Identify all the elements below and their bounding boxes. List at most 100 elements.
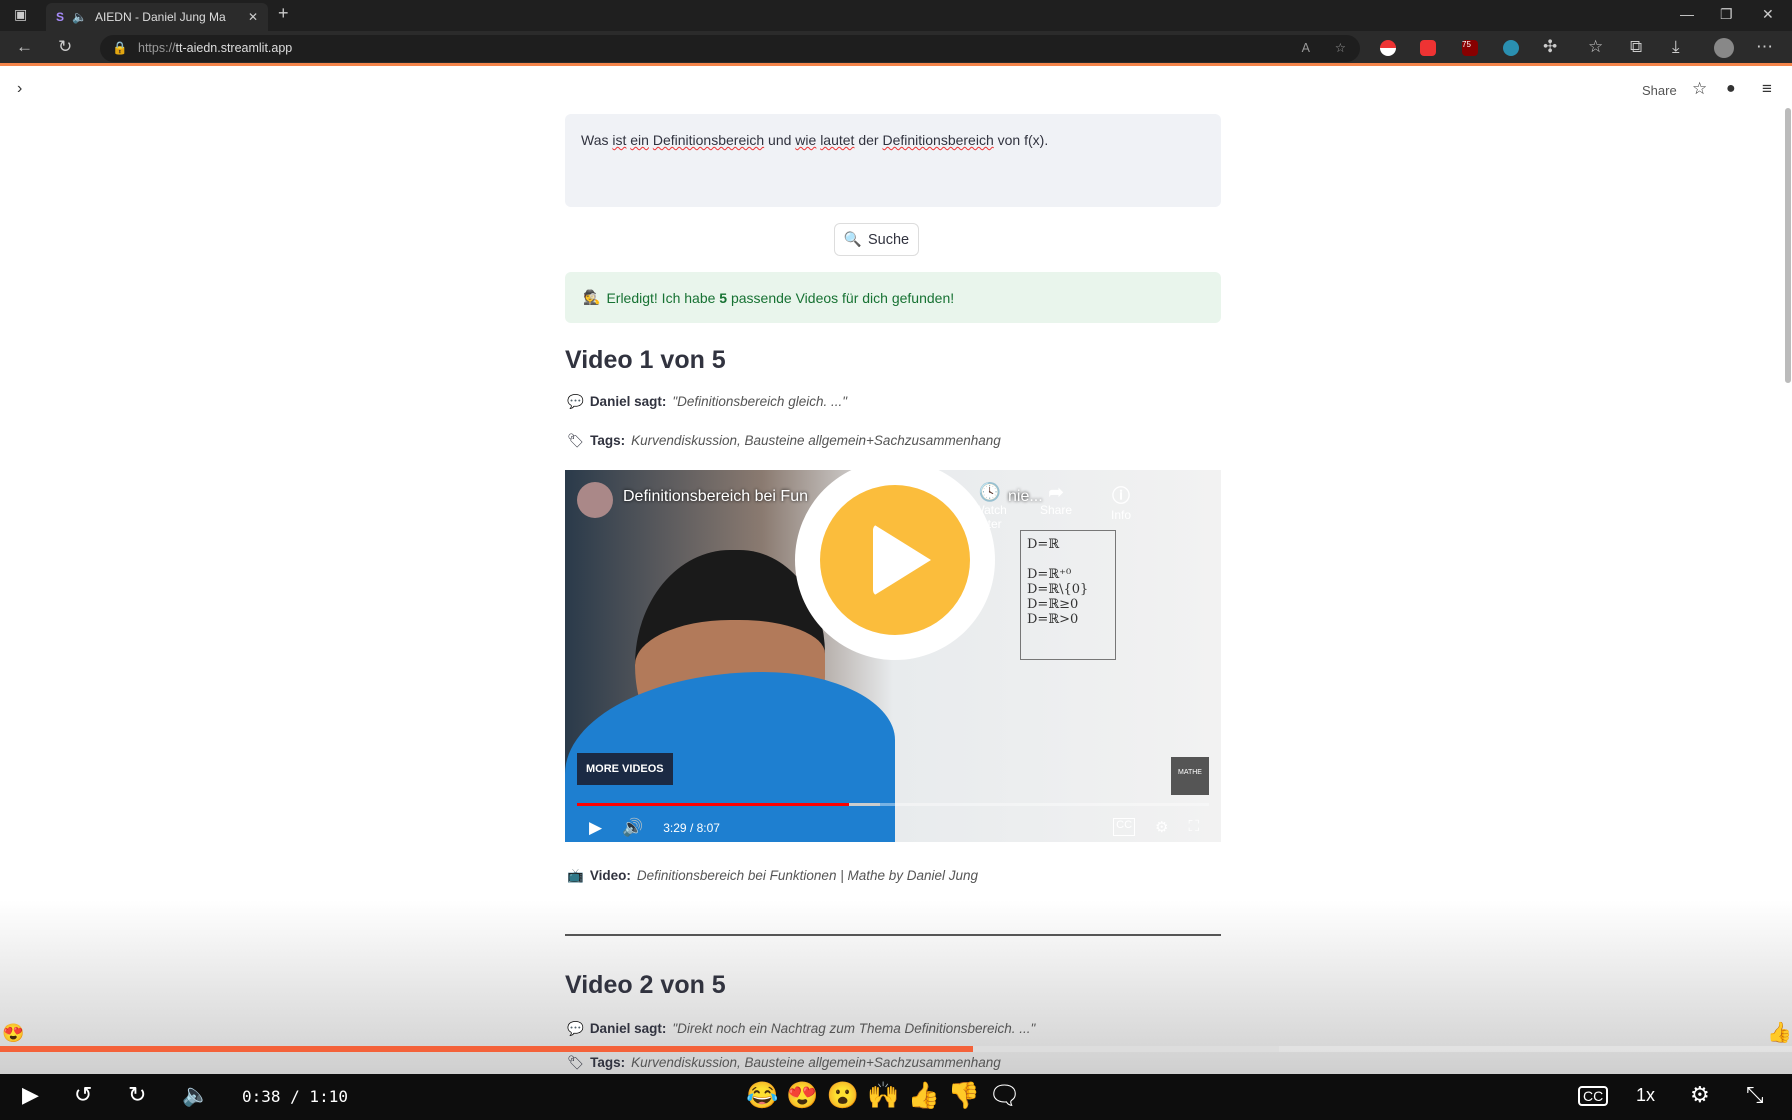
captions-icon[interactable]: CC (1113, 818, 1136, 836)
share-label: Share (1039, 503, 1073, 517)
url-scheme: https:// (138, 41, 176, 55)
search-button[interactable]: 🔍 Suche (834, 223, 919, 256)
query-text: ist (612, 132, 627, 148)
says-text: "Definitionsbereich gleich. ..." (672, 394, 848, 409)
big-play-button[interactable] (795, 460, 995, 660)
github-icon[interactable]: ● (1726, 80, 1736, 98)
new-tab-icon[interactable]: + (278, 3, 289, 24)
extension-red-icon[interactable] (1420, 40, 1436, 56)
query-text: der (854, 132, 883, 148)
back-icon[interactable]: ← (16, 37, 33, 57)
query-text: Definitionsbereich (652, 132, 765, 148)
daniel-says: 💬 Daniel sagt: "Definitionsbereich gleich.… (567, 394, 847, 410)
downloads-icon[interactable]: ⤓ (1672, 37, 1680, 57)
raised-hands-reaction-icon[interactable]: 🙌 (867, 1080, 899, 1111)
wow-reaction-icon[interactable]: 😮 (827, 1080, 859, 1111)
query-textarea[interactable]: Was ist ein Definitionsbereich und wie l… (565, 114, 1221, 207)
favorites-icon[interactable]: ☆ (1588, 37, 1603, 57)
streamlit-favicon-icon: S (56, 10, 65, 24)
tags-text: Kurvendiskussion, Bausteine allgemein+Sa… (631, 433, 1001, 448)
settings-icon[interactable]: ⚙ (1155, 818, 1168, 836)
video-label: Video: (589, 868, 631, 883)
info-button[interactable]: ⓘ Info (1091, 482, 1151, 522)
sidebar-expand-icon[interactable]: › (17, 80, 22, 98)
menu-icon[interactable]: ≡ (1762, 79, 1772, 99)
query-text: und (764, 132, 796, 148)
success-text: Erledigt! Ich habe 5 passende Videos für… (606, 290, 954, 306)
extension-badge: 75 (1462, 40, 1471, 49)
share-video-button[interactable]: ➦ Share (1026, 482, 1086, 517)
video-buffered (848, 803, 881, 806)
laugh-reaction-icon[interactable]: 😂 (746, 1080, 778, 1111)
tv-icon: 📺 (567, 868, 584, 883)
query-text: von f(x). (993, 132, 1049, 148)
lock-icon: 🔒 (112, 41, 128, 55)
favorite-add-icon[interactable]: ☆ (1335, 35, 1346, 62)
video-time: 3:29 / 8:07 (663, 821, 720, 835)
info-icon: ⓘ (1112, 486, 1130, 506)
whiteboard-notes: D=ℝ D=ℝ⁺⁰ D=ℝ\{0} D=ℝ≥0 D=ℝ>0 (1020, 530, 1116, 660)
video-heading: Video 1 von 5 (565, 346, 726, 374)
video-progress-bar[interactable] (577, 803, 1209, 806)
query-text: ein (630, 132, 649, 148)
comment-icon[interactable]: 🗨 (988, 1080, 1021, 1111)
outer-progress-fill (0, 1046, 974, 1052)
play-icon (873, 524, 931, 596)
reload-icon[interactable]: ↻ (58, 37, 72, 57)
volume-icon[interactable]: 🔈 (182, 1082, 209, 1108)
browser-tab[interactable]: S 🔈 AIEDN - Daniel Jung Ma ✕ (46, 3, 268, 31)
scrollbar-thumb[interactable] (1785, 108, 1791, 383)
captions-icon[interactable]: CC (1578, 1086, 1609, 1106)
scrollbar[interactable] (1785, 70, 1792, 1040)
magnifier-icon: 🔍 (843, 232, 862, 248)
volume-icon[interactable]: 🔊 (622, 818, 643, 838)
query-text: wie (795, 132, 817, 148)
extension-pokeball-icon[interactable] (1380, 40, 1396, 56)
tags-label: Tags: (590, 433, 626, 448)
speaker-icon[interactable]: 🔈 (72, 10, 87, 24)
video-progress-fill (577, 803, 849, 806)
extensions-icon[interactable]: ✣ (1543, 37, 1557, 57)
read-aloud-icon[interactable]: A (1302, 35, 1310, 62)
success-alert: 🕵 Erledigt! Ich habe 5 passende Videos f… (565, 272, 1221, 323)
channel-logo[interactable]: MATHE (1171, 757, 1209, 795)
settings-icon[interactable]: ⚙ (1690, 1082, 1710, 1108)
minimize-icon[interactable]: — (1680, 6, 1694, 22)
divider (565, 934, 1221, 936)
fullscreen-icon[interactable]: ⛶ (1188, 818, 1199, 836)
share-button[interactable]: Share (1642, 83, 1677, 98)
speech-bubble-icon: 💬 (567, 1021, 584, 1036)
thumbs-up-reaction-icon: 👍 (1767, 1022, 1792, 1044)
sidebar-toggle-icon[interactable]: ▣ (14, 6, 27, 23)
tags: 🏷 Tags: Kurvendiskussion, Bausteine allgem… (567, 1055, 1001, 1071)
extension-blue-icon[interactable] (1503, 40, 1519, 56)
exit-fullscreen-icon[interactable]: ⤡ (1746, 1082, 1764, 1108)
forward-5-icon[interactable]: ↻ (128, 1082, 146, 1108)
url-host: tt-aiedn.streamlit.app (175, 41, 293, 55)
close-window-icon[interactable]: ✕ (1762, 6, 1774, 23)
restore-icon[interactable]: ❐ (1720, 6, 1733, 23)
tags-label: Tags: (590, 1055, 626, 1070)
rewind-5-icon[interactable]: ↺ (74, 1082, 92, 1108)
extension-ublock-icon[interactable]: 75 (1462, 40, 1478, 56)
success-prefix: Erledigt! Ich habe (606, 289, 720, 306)
close-tab-icon[interactable]: ✕ (248, 10, 258, 24)
thumbs-up-reaction-icon[interactable]: 👍 (908, 1080, 940, 1111)
love-reaction-icon[interactable]: 😍 (786, 1080, 818, 1111)
profile-avatar[interactable] (1714, 38, 1734, 58)
video-heading: Video 2 von 5 (565, 971, 726, 999)
star-icon[interactable]: ☆ (1692, 79, 1707, 99)
more-icon[interactable]: ⋯ (1756, 37, 1773, 57)
collections-icon[interactable]: ⧉ (1630, 37, 1642, 57)
channel-avatar[interactable] (577, 482, 613, 518)
share-icon: ➦ (1048, 482, 1064, 502)
thumbs-down-reaction-icon[interactable]: 👎 (948, 1080, 980, 1111)
url-field[interactable]: 🔒 https://tt-aiedn.streamlit.app A ☆ (100, 35, 1360, 62)
video-caption: 📺 Video: Definitionsbereich bei Funktionen… (567, 868, 978, 884)
play-icon[interactable]: ▶ (22, 1082, 39, 1108)
play-icon[interactable]: ▶ (589, 818, 602, 838)
speed-button[interactable]: 1x (1636, 1085, 1655, 1106)
outer-progress-bar[interactable] (0, 1046, 1792, 1052)
speech-bubble-icon: 💬 (567, 394, 584, 409)
more-videos-button[interactable]: MORE VIDEOS (577, 753, 673, 785)
